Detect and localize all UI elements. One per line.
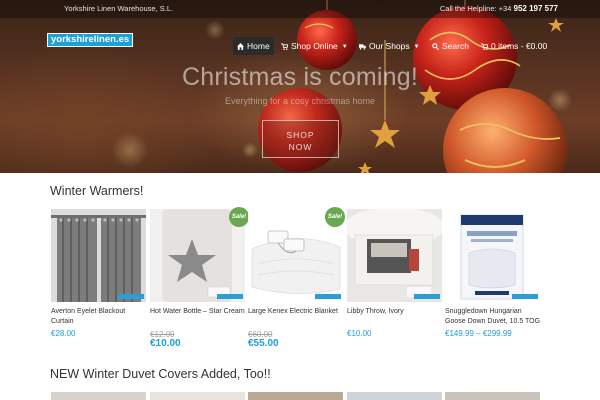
helpline-prefix: +34: [498, 4, 512, 13]
helpline: Call the Helpline: +34 952 197 577: [440, 4, 558, 13]
shop-now-button[interactable]: SHOP NOW: [262, 120, 339, 158]
cart-icon: [281, 43, 288, 50]
nav-our-shops-label: Our Shops: [369, 41, 410, 51]
brand-tag: [414, 294, 440, 299]
nav-search-label: Search: [442, 41, 469, 51]
helpline-number[interactable]: 952 197 577: [514, 4, 559, 13]
product-card[interactable]: Libby Throw, Ivory €10.00: [347, 209, 442, 349]
sale-badge: Sale!: [229, 207, 249, 227]
hero-subtitle: Everything for a cosy christmas home: [224, 96, 376, 106]
search-icon: [432, 43, 439, 50]
product-price: €28.00: [51, 329, 76, 338]
winter-warmers-products: Averton Eyelet Blackout Curtain €28.00 S…: [51, 207, 541, 349]
nav-cart-label: 0 items - €0.00: [491, 41, 548, 51]
brand-tag: [512, 294, 538, 299]
winter-warmers-heading: Winter Warmers!: [50, 184, 144, 198]
brand-tag: [315, 294, 341, 299]
cart-icon: [481, 43, 488, 50]
brand-tag: [217, 294, 243, 299]
product-price: €55.00: [248, 338, 279, 349]
product-name[interactable]: Averton Eyelet Blackout Curtain: [51, 307, 148, 327]
nav-cart[interactable]: 0 items - €0.00: [481, 37, 547, 55]
truck-icon: [359, 44, 366, 50]
throw-blanket-image: [347, 209, 442, 302]
helpline-label: Call the Helpline:: [439, 4, 497, 13]
product-image-duvet-cover[interactable]: [150, 392, 245, 400]
hero-banner: Yorkshire Linen Warehouse, S.L. Call the…: [0, 0, 600, 173]
sale-badge: Sale!: [325, 207, 345, 227]
product-card[interactable]: Sale! Large Kenex Electric Blanket €60.0…: [248, 207, 345, 349]
product-name[interactable]: Large Kenex Electric Blanket: [248, 307, 345, 317]
duvet-covers-products-preview: [50, 392, 540, 400]
curtain-image: [51, 209, 146, 302]
product-image-duvet-cover[interactable]: [445, 392, 540, 400]
shop-now-line2: NOW: [288, 142, 313, 152]
nav-shop-online-label: Shop Online: [291, 41, 338, 51]
product-card[interactable]: Snuggledown Hungarian Goose Down Duvet, …: [445, 209, 540, 349]
product-image-duvet-cover[interactable]: [248, 392, 343, 400]
product-image-duvet-cover[interactable]: [347, 392, 442, 400]
nav-home[interactable]: Home: [233, 37, 274, 55]
brand-tag: [118, 294, 144, 299]
product-name[interactable]: Hot Water Bottle – Star Cream: [150, 307, 247, 317]
product-name[interactable]: Libby Throw, Ivory: [347, 307, 444, 317]
product-image-throw[interactable]: [347, 209, 442, 302]
product-card[interactable]: Sale! Hot Water Bottle – Star Cream €12.…: [150, 207, 249, 349]
company-name: Yorkshire Linen Warehouse, S.L.: [64, 4, 174, 13]
duvet-covers-heading: NEW Winter Duvet Covers Added, Too!!: [50, 367, 271, 381]
hero-title: Christmas is coming!: [182, 63, 418, 91]
product-price: €10.00: [150, 338, 181, 349]
product-name[interactable]: Snuggledown Hungarian Goose Down Duvet, …: [445, 307, 542, 327]
nav-our-shops[interactable]: Our Shops ▼: [359, 37, 420, 55]
nav-home-label: Home: [247, 41, 270, 51]
chevron-down-icon: ▼: [413, 44, 420, 50]
product-price: €10.00: [347, 329, 372, 338]
product-image-duvet-cover[interactable]: [51, 392, 146, 400]
shop-now-line1: SHOP: [286, 130, 315, 140]
product-price: €149.99 – €299.99: [445, 329, 512, 338]
home-icon: [237, 43, 244, 50]
chevron-down-icon: ▼: [341, 44, 348, 50]
product-card[interactable]: Averton Eyelet Blackout Curtain €28.00: [51, 209, 146, 349]
top-info-bar: Yorkshire Linen Warehouse, S.L. Call the…: [0, 0, 600, 18]
nav-shop-online[interactable]: Shop Online ▼: [281, 37, 348, 55]
site-logo[interactable]: yorkshirelinen.es: [47, 33, 134, 47]
product-image-duvet[interactable]: [445, 209, 540, 302]
duvet-box-image: [445, 209, 540, 302]
product-image-curtain[interactable]: [51, 209, 146, 302]
nav-search[interactable]: Search: [432, 37, 469, 55]
